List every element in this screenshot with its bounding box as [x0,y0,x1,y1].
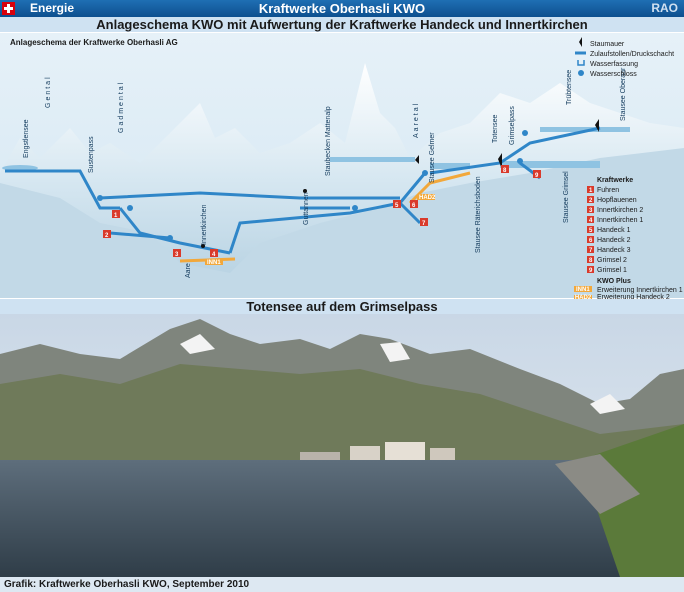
photo-heading: Totensee auf dem Grimselpass [0,299,684,314]
legend-staumauer: Staumauer [590,41,625,48]
legend-plant-7: Handeck 3 [597,247,631,254]
legend-kraftwerke-title: Kraftwerke [597,177,633,184]
surge-tank [422,170,428,176]
building [430,448,455,460]
surge-legend-icon [578,70,584,76]
legend-plant-1: Fuhren [597,187,619,194]
label-innertkirchen: Innertkirchen [201,204,208,245]
plus-badge-had2-label: HAD2 [419,195,436,201]
label-gental: Gental [45,75,52,108]
legend-plant-9: Grimsel 1 [597,267,627,274]
label-aare: Aare [185,263,192,278]
lake-grimsel [500,161,600,168]
label-truebtensee: Trübtensee [566,70,573,105]
label-grimsel: Stausee Grimsel [563,171,570,223]
surge-tank [97,195,103,201]
label-staubecken: Staubecken Mattenalp [325,106,332,176]
surge-tank [127,205,133,211]
legend-plant-3: Innertkirchen 2 [597,207,643,214]
page-title: Kraftwerke Oberhasli KWO [258,1,426,16]
surge-tank [352,205,358,211]
building [300,452,340,460]
building [350,446,380,460]
lake-mattenalp [330,157,415,162]
label-gadmental: Gadmental [118,81,125,133]
legend-wasserfassung: Wasserfassung [590,61,638,68]
agency-logo: RAO [651,1,678,15]
photo-svg [0,314,684,577]
label-guttannen: Guttannen [303,192,310,225]
legend-plant-5: Handeck 1 [597,227,631,234]
scheme-svg: 1 2 3 4 5 6 7 8 9 INN1 HAD2 Anlageschema… [0,33,684,298]
label-raeterichsboden: Stausee Räterichsboden [475,176,482,253]
legend-plant-4: Innertkirchen 1 [597,217,643,224]
label-sustenpass: Sustenpass [88,136,95,173]
legend-plant-2: Hopflauenen [597,197,637,204]
label-aaretal: Aaretal [413,102,420,138]
legend-plus-title: KWO Plus [597,278,631,285]
photo-totensee [0,314,684,577]
footer-credit: Grafik: Kraftwerke Oberhasli KWO, Septem… [0,577,684,592]
label-gelmer: Stausee Gelmer [429,132,436,183]
label-engstlensee: Engstlensee [23,119,30,158]
diagram-heading: Anlageschema KWO mit Aufwertung der Kraf… [0,17,684,32]
legend-zulaufstollen: Zulaufstollen/Druckschacht [590,51,674,58]
building [385,442,425,460]
label-grimselpass: Grimselpass [509,106,516,145]
legend-plus-inn1-badge: INN1 [576,287,590,293]
surge-tank [167,235,173,241]
plus-badge-inn1-label: INN1 [207,260,221,266]
legend-plus-inn1: Erweiterung Innertkirchen 1 [597,287,683,294]
legend-plant-6: Handeck 2 [597,237,631,244]
surge-tank [517,158,523,164]
label-totensee: Totensee [492,114,499,143]
legend-plant-8: Grimsel 2 [597,257,627,264]
surge-tank [522,130,528,136]
diagram-subheading: Anlageschema der Kraftwerke Oberhasli AG [10,38,178,47]
legend-wasserschloss: Wasserschloss [590,71,637,78]
scheme-diagram: 1 2 3 4 5 6 7 8 9 INN1 HAD2 Anlageschema… [0,33,684,298]
top-bar: Energie Kraftwerke Oberhasli KWO RAO [0,0,684,17]
